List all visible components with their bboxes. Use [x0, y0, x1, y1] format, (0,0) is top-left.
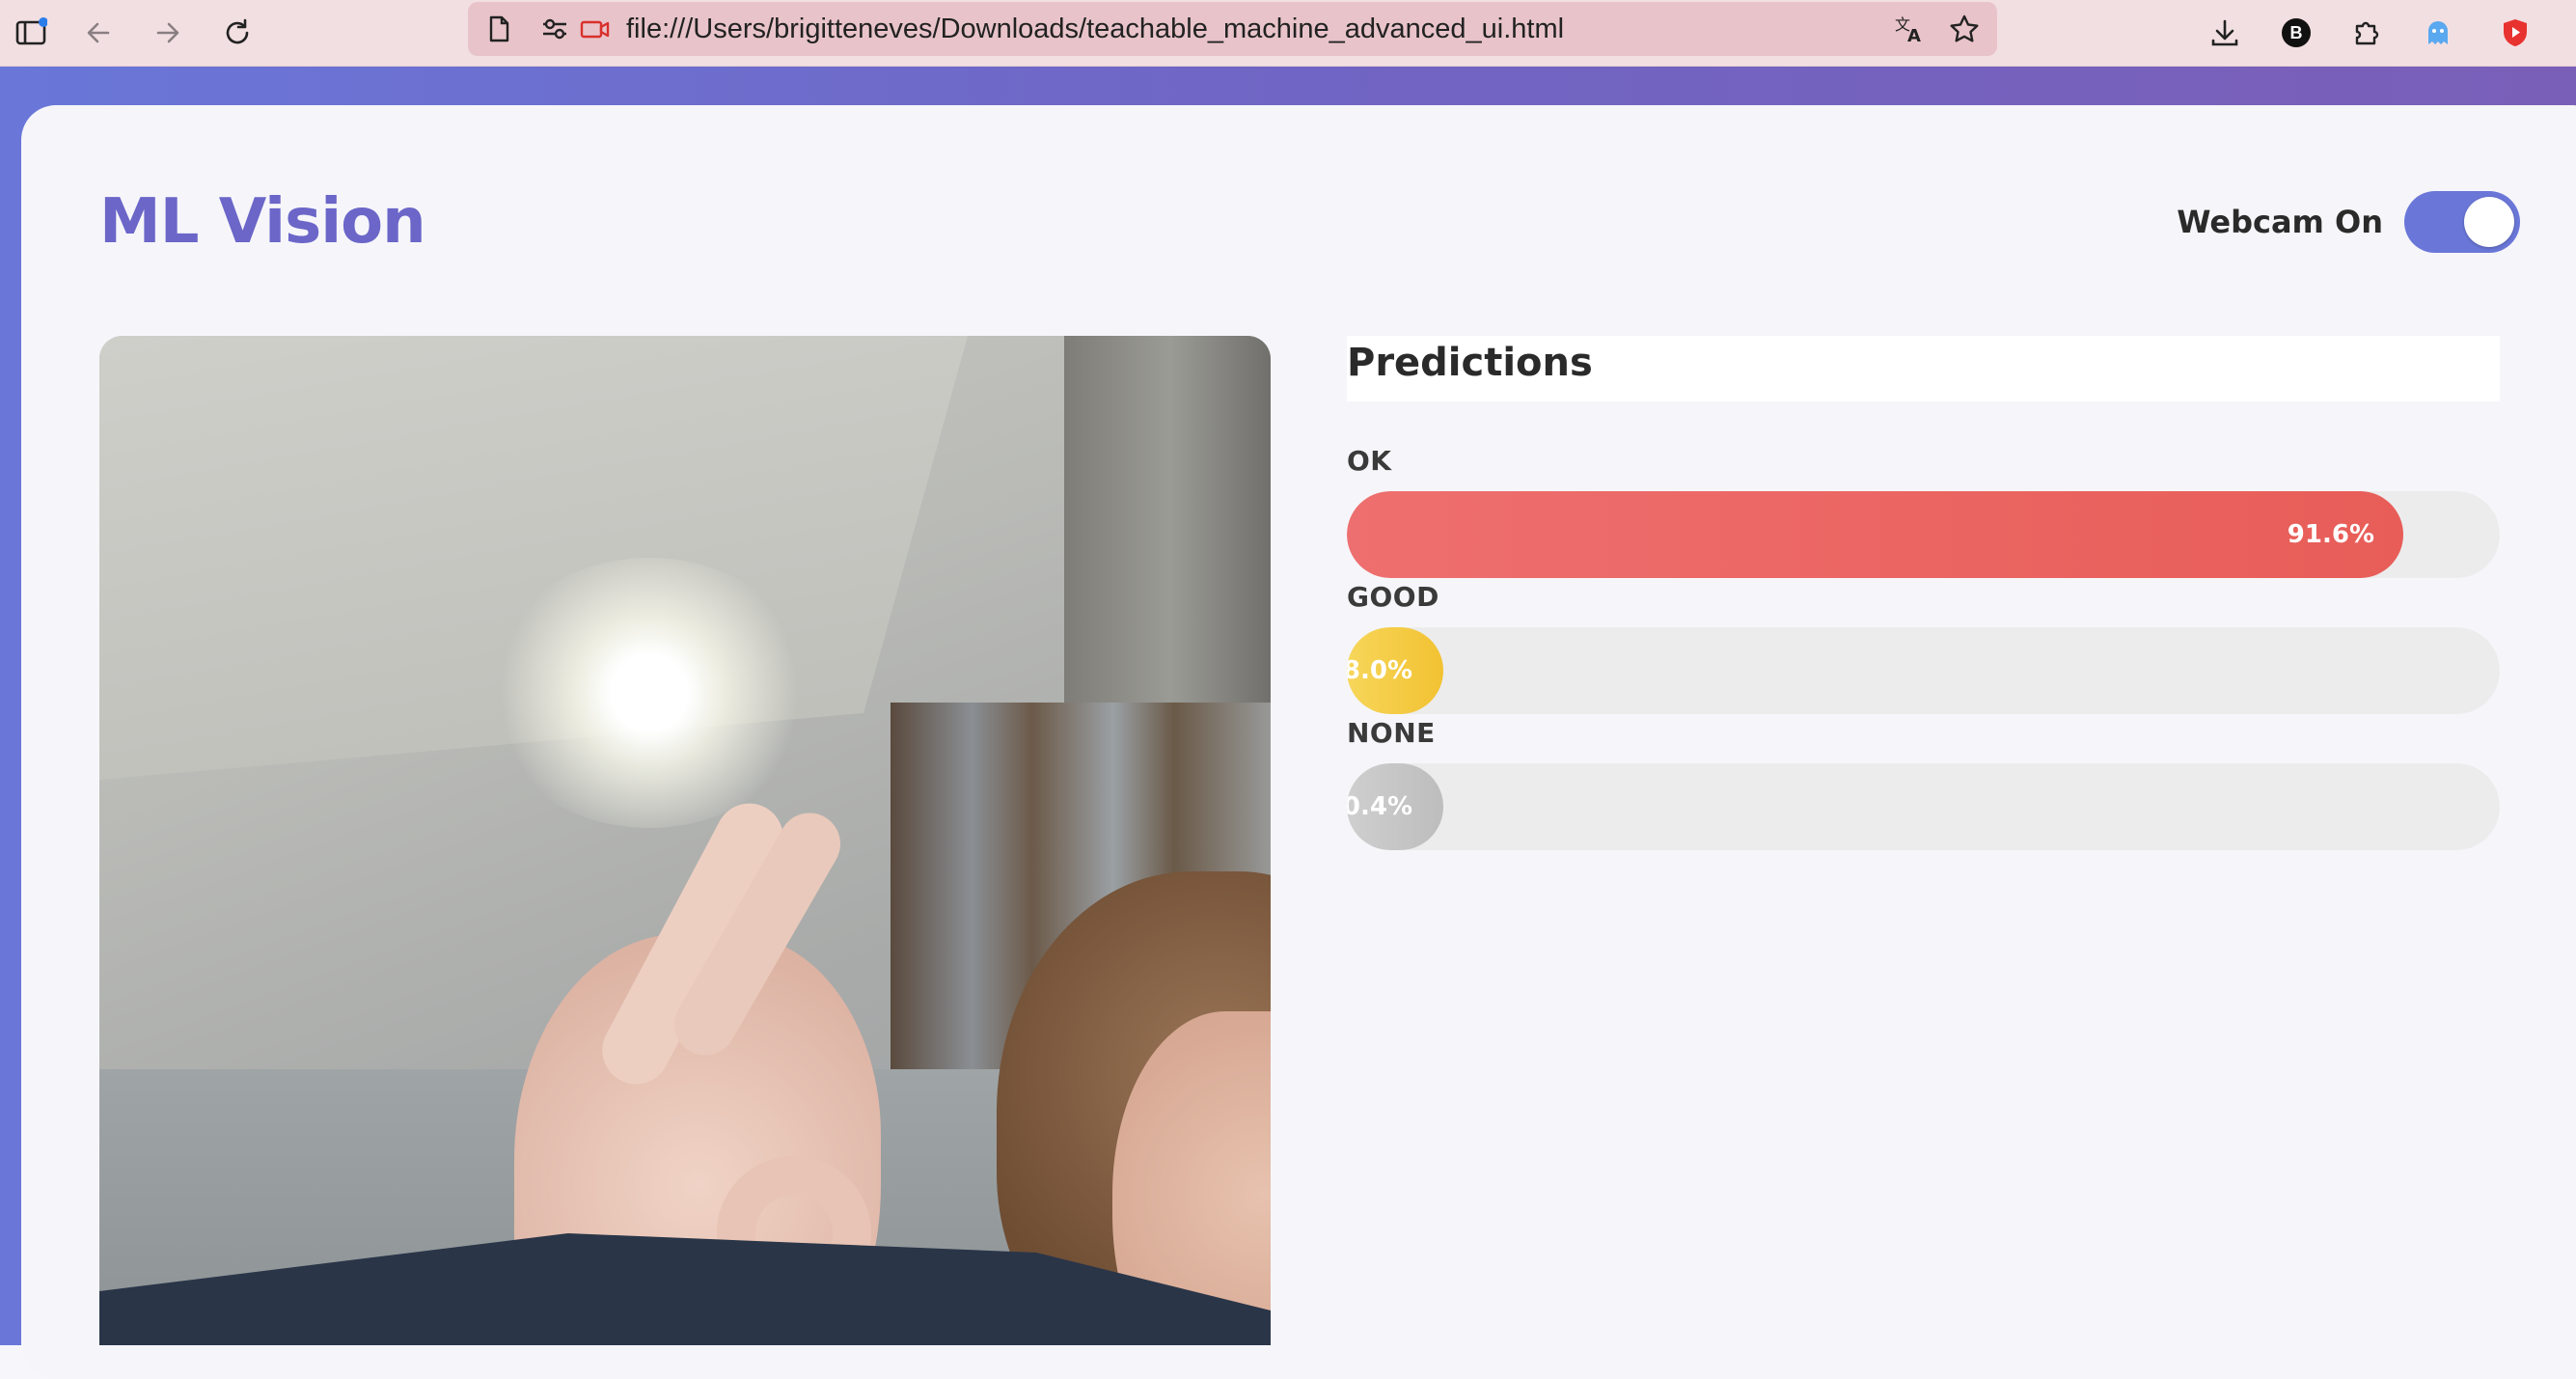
back-button[interactable] — [75, 10, 122, 56]
svg-text:A: A — [1907, 26, 1921, 45]
camera-blocked-icon[interactable] — [576, 10, 615, 48]
confidence-bar-good: 8.0% — [1347, 627, 2500, 714]
confidence-fill-good: 8.0% — [1347, 627, 1443, 714]
play-shield-icon[interactable] — [2492, 10, 2538, 56]
toggle-knob — [2464, 197, 2514, 247]
confidence-fill-none: 0.4% — [1347, 763, 1443, 850]
class-label-good: GOOD — [1347, 581, 1439, 613]
download-icon[interactable] — [2202, 10, 2248, 56]
address-bar[interactable]: file:///Users/brigitteneves/Downloads/te… — [468, 2, 1997, 56]
forward-button[interactable] — [145, 10, 191, 56]
arrow-right-icon — [156, 22, 179, 43]
app-title: ML Vision — [99, 186, 426, 258]
confidence-fill-ok: 91.6% — [1347, 491, 2403, 578]
sidebar-toggle-icon[interactable] — [8, 10, 54, 56]
profile-avatar[interactable]: B — [2273, 10, 2319, 56]
confidence-value-none: 0.4% — [1347, 792, 1412, 821]
confidence-bar-none: 0.4% — [1347, 763, 2500, 850]
class-label-ok: OK — [1347, 445, 1392, 477]
star-icon[interactable] — [1945, 10, 1984, 48]
arrow-left-icon — [87, 22, 110, 43]
puzzle-icon[interactable] — [2343, 10, 2389, 56]
reload-icon — [226, 18, 249, 44]
webcam-toggle[interactable] — [2404, 191, 2520, 253]
confidence-bar-ok: 91.6% — [1347, 491, 2500, 578]
tune-icon[interactable] — [535, 10, 574, 48]
webcam-toggle-label: Webcam On — [2177, 204, 2383, 240]
translate-icon[interactable]: 文A — [1890, 10, 1929, 48]
confidence-value-good: 8.0% — [1347, 656, 1412, 685]
webcam-feed — [99, 336, 1271, 1345]
reload-button[interactable] — [214, 10, 260, 56]
confidence-value-ok: 91.6% — [2287, 520, 2374, 549]
browser-toolbar: file:///Users/brigitteneves/Downloads/te… — [0, 0, 2576, 67]
ghost-icon[interactable] — [2415, 10, 2461, 56]
predictions-title: Predictions — [1347, 341, 1593, 385]
class-label-none: NONE — [1347, 717, 1436, 749]
url-text[interactable]: file:///Users/brigitteneves/Downloads/te… — [626, 2, 1564, 56]
document-icon — [480, 10, 518, 48]
